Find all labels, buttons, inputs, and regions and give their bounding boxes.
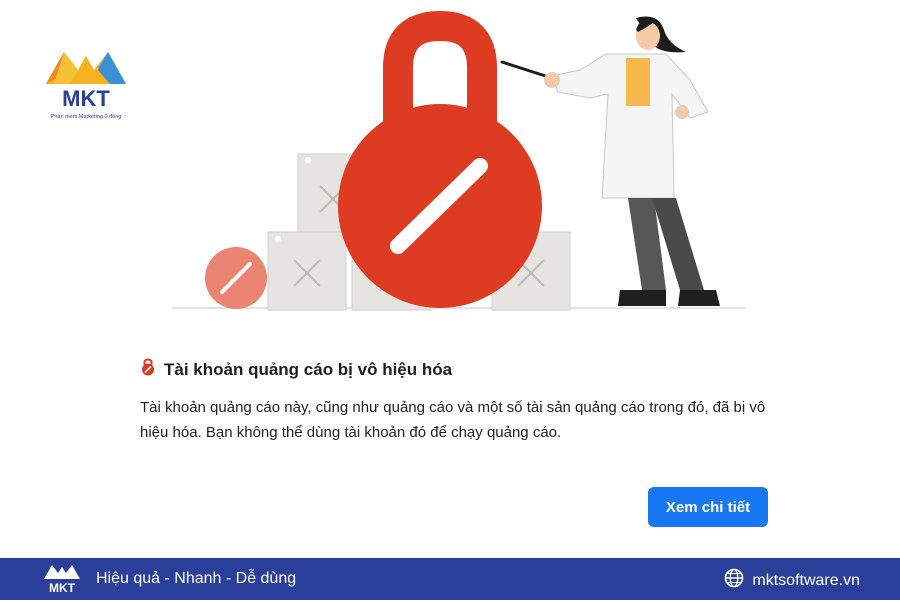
brand-logo: MKT Phần mềm Marketing 0 đồng <box>40 42 132 124</box>
notice-title: Tài khoản quảng cáo bị vô hiệu hóa <box>164 359 453 379</box>
footer-logo: MKT <box>40 561 84 602</box>
footer-logo-text: MKT <box>49 581 76 595</box>
account-disabled-notice: Tài khoản quảng cáo bị vô hiệu hóa Tài k… <box>140 358 780 445</box>
globe-icon <box>724 568 744 593</box>
notice-title-row: Tài khoản quảng cáo bị vô hiệu hóa <box>140 358 780 381</box>
footer-slogan: Hiệu quả - Nhanh - Dễ dùng <box>96 570 297 587</box>
brand-tagline: Phần mềm Marketing 0 đồng <box>51 114 122 120</box>
view-details-button[interactable]: Xem chi tiết <box>648 487 768 527</box>
footer-website-link[interactable]: mktsoftware.vn <box>752 572 860 590</box>
lock-icon <box>140 358 156 381</box>
footer-website[interactable]: mktsoftware.vn <box>724 568 860 593</box>
brand-logo-text: MKT <box>62 86 110 111</box>
footer-banner: MKT Hiệu quả - Nhanh - Dễ dùng mktsoftwa… <box>0 558 900 600</box>
notice-description: Tài khoản quảng cáo này, cũng như quảng … <box>140 399 766 441</box>
disabled-account-illustration <box>160 8 780 328</box>
